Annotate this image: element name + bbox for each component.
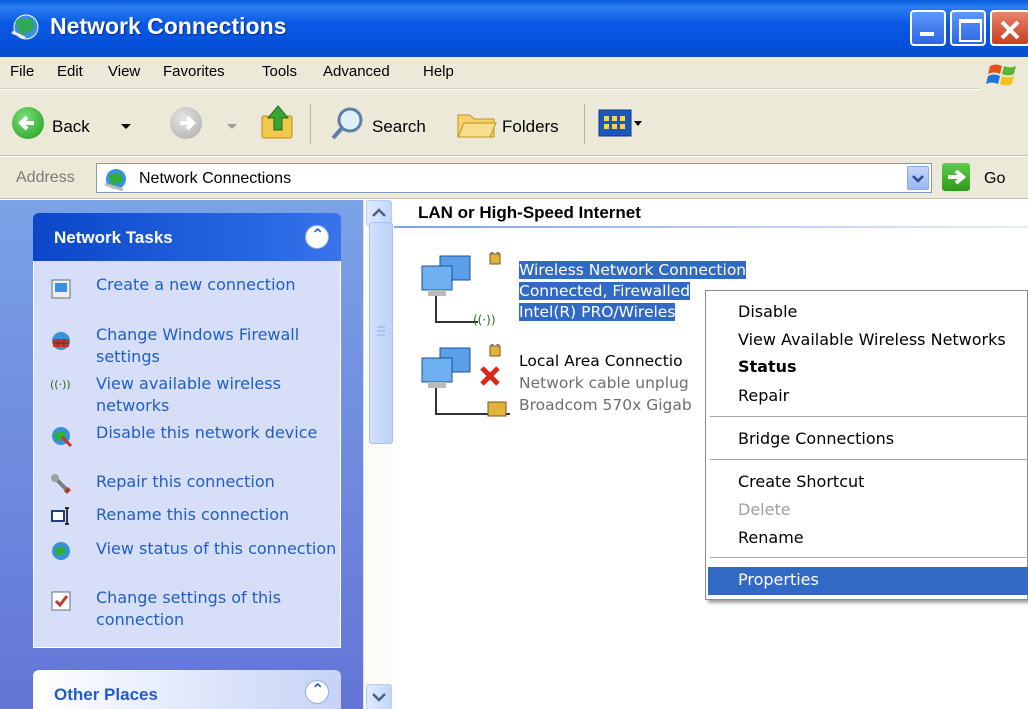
address-label: Address	[16, 169, 75, 186]
repair-icon	[51, 474, 71, 494]
view-status-link[interactable]: View status of this connection	[96, 538, 356, 560]
svg-text:((·)): ((·))	[473, 313, 496, 327]
views-icon[interactable]	[598, 108, 644, 138]
view-wireless-networks-link[interactable]: View available wireless networks	[96, 373, 356, 417]
lan-connection-status: Network cable unplug	[519, 374, 689, 392]
go-label[interactable]: Go	[984, 170, 1005, 188]
search-icon[interactable]	[330, 106, 370, 142]
menu-repair[interactable]: Repair	[738, 386, 789, 405]
menu-disable[interactable]: Disable	[738, 302, 797, 321]
menu-separator	[710, 459, 1028, 460]
menu-advanced[interactable]: Advanced	[323, 63, 390, 80]
wireless-connection-icon[interactable]: ((·))	[418, 252, 518, 328]
title-bar[interactable]: Network Connections	[0, 0, 1028, 57]
menu-properties[interactable]: Properties	[738, 570, 819, 589]
close-icon	[1000, 20, 1020, 40]
search-label[interactable]: Search	[372, 117, 426, 137]
network-tasks-header[interactable]: Network Tasks	[33, 213, 341, 261]
menu-file[interactable]: File	[10, 63, 34, 80]
other-places-title: Other Places	[54, 685, 158, 704]
group-divider	[394, 226, 1028, 228]
go-button[interactable]	[942, 163, 970, 191]
firewall-settings-link[interactable]: Change Windows Firewall settings	[96, 324, 356, 368]
create-connection-link[interactable]: Create a new connection	[96, 274, 356, 296]
address-dropdown-button[interactable]	[907, 166, 929, 190]
lan-connection-device: Broadcom 570x Gigab	[519, 396, 692, 414]
forward-button[interactable]	[170, 107, 202, 139]
forward-arrow-icon	[180, 115, 196, 131]
toolbar-separator	[584, 104, 585, 144]
minimize-button[interactable]	[910, 10, 946, 46]
wireless-connection-device: Intel(R) PRO/Wireles	[519, 303, 676, 321]
collapse-other-places-button[interactable]	[305, 680, 329, 704]
maximize-button[interactable]	[950, 10, 986, 46]
other-places-header[interactable]: Other Places	[33, 670, 341, 709]
back-dropdown-icon[interactable]	[120, 123, 132, 131]
toolbar-separator	[310, 104, 311, 144]
repair-connection-link[interactable]: Repair this connection	[96, 471, 356, 493]
firewall-icon	[52, 332, 70, 350]
scroll-thumb[interactable]	[369, 222, 393, 444]
menu-rename[interactable]: Rename	[738, 528, 804, 547]
up-folder-icon[interactable]	[258, 102, 298, 142]
menu-bridge-connections[interactable]: Bridge Connections	[738, 429, 894, 448]
context-menu: Disable View Available Wireless Networks…	[705, 290, 1028, 600]
back-label[interactable]: Back	[52, 117, 90, 137]
rename-connection-link[interactable]: Rename this connection	[96, 504, 356, 526]
svg-text:((·)): ((·))	[50, 378, 71, 391]
chevron-down-icon	[372, 693, 386, 702]
forward-dropdown-icon[interactable]	[226, 123, 238, 131]
change-settings-link[interactable]: Change settings of this connection	[96, 587, 356, 631]
address-input[interactable]: Network Connections	[96, 163, 932, 193]
network-tasks-title: Network Tasks	[54, 228, 173, 247]
local-area-connection-icon[interactable]	[418, 344, 518, 426]
scroll-down-button[interactable]	[366, 684, 392, 709]
menu-help[interactable]: Help	[423, 63, 454, 80]
menu-tools[interactable]: Tools	[262, 63, 297, 80]
address-bar: Address Network Connections	[0, 157, 1028, 199]
chevron-down-icon	[912, 175, 924, 183]
wireless-connection-name[interactable]: Wireless Network Connection	[519, 261, 747, 279]
toolbar: Back Search Folders	[0, 90, 1028, 156]
settings-icon	[51, 591, 71, 611]
rename-icon	[51, 507, 69, 525]
menu-status[interactable]: Status	[738, 357, 797, 376]
menu-edit[interactable]: Edit	[57, 63, 83, 80]
menu-view-wireless-networks[interactable]: View Available Wireless Networks	[738, 330, 1006, 349]
menu-bar: File Edit View Favorites Tools Advanced …	[0, 57, 1028, 89]
wireless-connection-status: Connected, Firewalled	[519, 282, 691, 300]
status-icon	[52, 542, 70, 560]
close-button[interactable]	[990, 10, 1028, 46]
menu-view[interactable]: View	[108, 63, 140, 80]
window-title: Network Connections	[50, 13, 287, 39]
new-connection-icon	[51, 279, 71, 299]
menu-favorites[interactable]: Favorites	[163, 63, 225, 80]
collapse-tasks-button[interactable]	[305, 225, 329, 249]
go-arrow-icon	[948, 169, 967, 185]
windows-logo-icon	[980, 58, 1028, 90]
wireless-icon: ((·))	[50, 378, 71, 391]
disable-device-icon	[52, 427, 72, 447]
network-connections-icon	[11, 14, 39, 40]
grip-icon	[377, 326, 385, 336]
disable-device-link[interactable]: Disable this network device	[96, 422, 356, 444]
group-title: LAN or High-Speed Internet	[418, 203, 641, 222]
menu-create-shortcut[interactable]: Create Shortcut	[738, 472, 864, 491]
menu-separator	[710, 416, 1028, 417]
menu-separator	[710, 557, 1028, 558]
folders-label[interactable]: Folders	[502, 117, 559, 137]
menu-delete: Delete	[738, 500, 791, 519]
address-value: Network Connections	[139, 170, 292, 187]
network-globe-icon	[104, 169, 126, 191]
back-arrow-icon	[18, 115, 34, 131]
back-button[interactable]	[12, 107, 44, 139]
folders-icon[interactable]	[456, 107, 498, 141]
lan-connection-name[interactable]: Local Area Connectio	[519, 352, 683, 370]
